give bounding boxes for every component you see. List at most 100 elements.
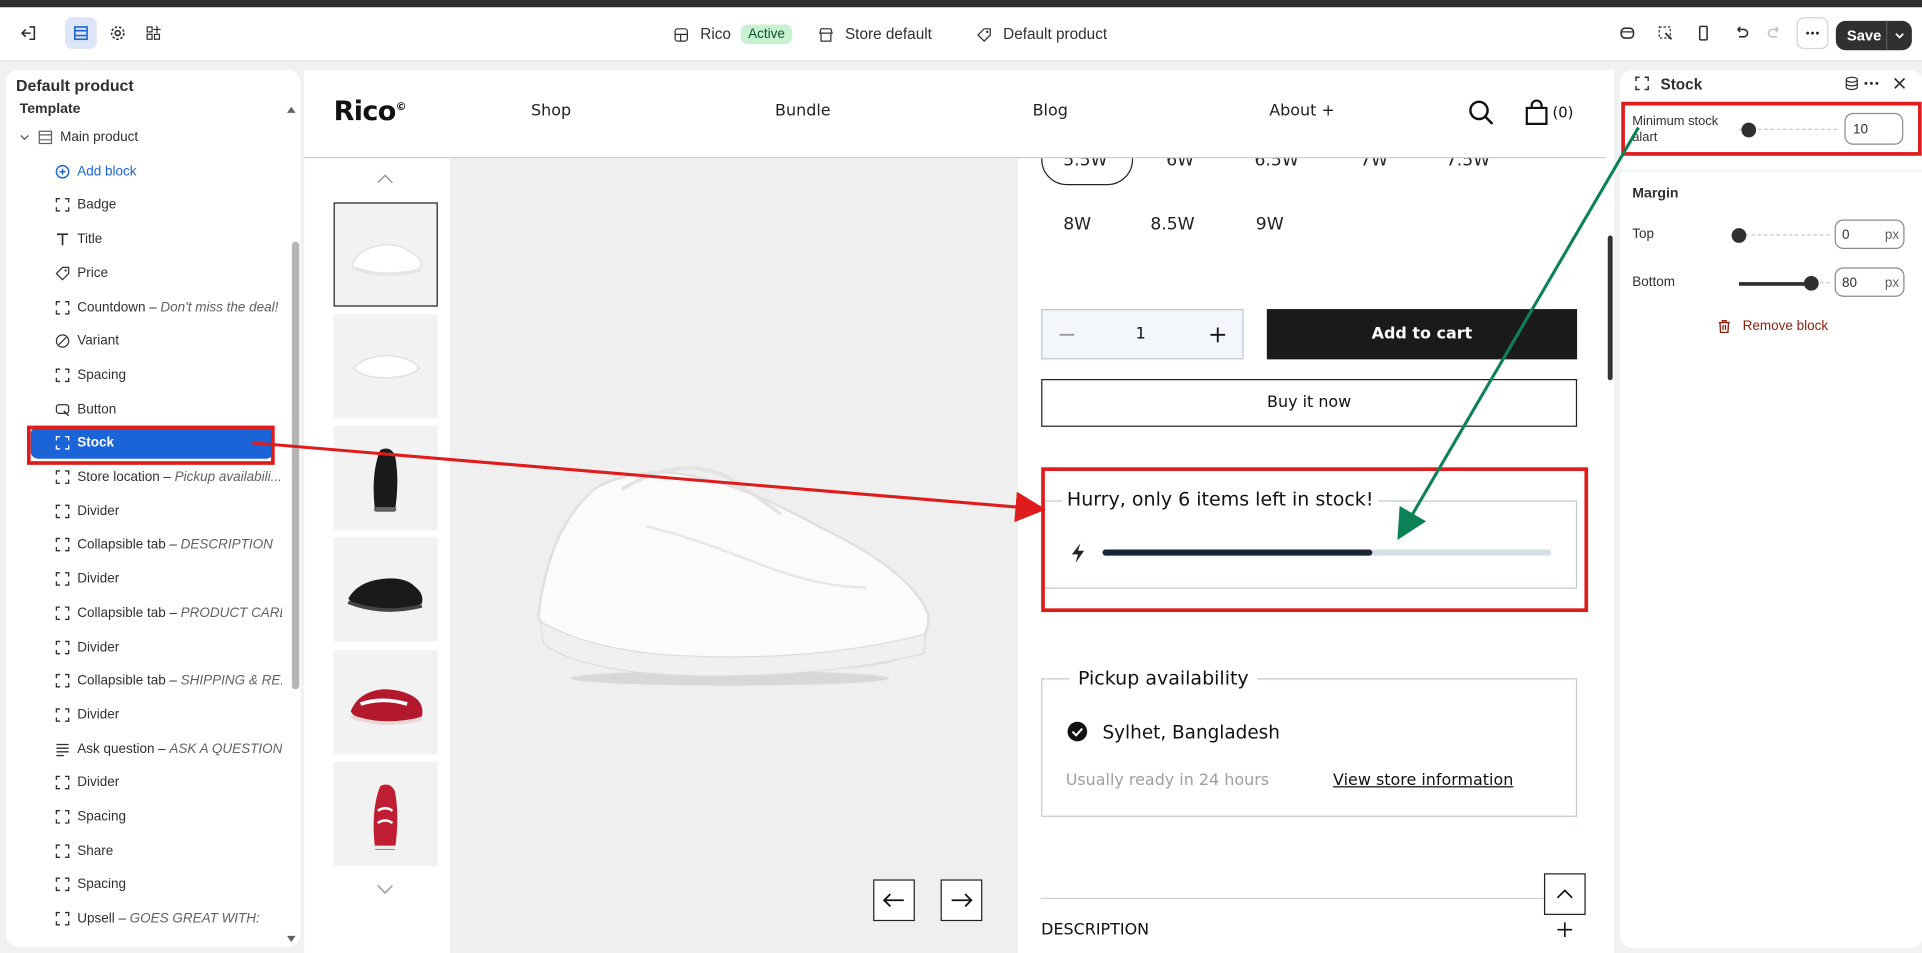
highlight-stock-block [1041, 467, 1589, 613]
size-option[interactable]: 8W [1063, 215, 1091, 235]
block-item[interactable]: Countdown – Don't miss the deal! [33, 291, 282, 323]
undo-icon[interactable] [1725, 17, 1757, 49]
inspector-icon[interactable] [1611, 17, 1643, 49]
block-item[interactable]: Price [33, 257, 282, 289]
block-item[interactable]: Button [33, 393, 282, 425]
minus-icon[interactable] [1058, 327, 1075, 342]
plus-icon[interactable] [1556, 921, 1573, 938]
block-item[interactable]: Collapsible tab – SHIPPING & RE... [33, 665, 282, 697]
store-selector[interactable]: Store default [818, 7, 932, 61]
thumbnail[interactable] [333, 650, 438, 755]
block-label: Share [77, 843, 114, 859]
block-item[interactable]: Divider [33, 631, 282, 663]
remove-block-button[interactable]: Remove block [1717, 319, 1828, 334]
thumbnail[interactable] [333, 537, 438, 642]
block-item[interactable]: Ask question – ASK A QUESTION [33, 733, 282, 765]
next-image-button[interactable] [940, 879, 983, 922]
top-margin-slider[interactable] [1731, 228, 1830, 243]
slider-knob[interactable] [1804, 275, 1819, 291]
view-store-link[interactable]: View store information [1333, 771, 1513, 789]
size-option[interactable]: 9W [1256, 215, 1284, 235]
chevron-down-icon[interactable] [1893, 29, 1905, 41]
theme-selector[interactable]: Rico Active [673, 7, 793, 61]
block-sublabel: GOES GREAT WITH: [129, 911, 260, 927]
mobile-preview-icon[interactable] [1687, 17, 1719, 49]
prev-image-button[interactable] [873, 879, 915, 922]
price-tag-icon [55, 266, 70, 281]
nav-blog[interactable]: Blog [1033, 102, 1068, 120]
block-item[interactable]: Share [33, 835, 282, 867]
scroll-up-icon[interactable] [286, 104, 297, 114]
block-item[interactable]: Variant [33, 325, 282, 357]
redo-icon[interactable] [1759, 17, 1791, 49]
block-label: Countdown [77, 299, 146, 315]
bottom-label: Bottom [1632, 274, 1676, 290]
scroll-down-icon[interactable] [286, 935, 297, 945]
select-element-icon[interactable] [1649, 17, 1681, 49]
add-block-button[interactable]: Add block [33, 155, 282, 187]
slider-knob[interactable] [1731, 228, 1747, 243]
scrollbar[interactable] [291, 241, 300, 690]
lines-icon [55, 742, 70, 757]
thumb-down-icon[interactable] [375, 883, 395, 895]
buy-now-button[interactable]: Buy it now [1041, 378, 1578, 427]
more-options-icon[interactable] [1863, 76, 1880, 91]
block-item[interactable]: Collapsible tab – PRODUCT CARE [33, 597, 282, 629]
preview-scrollbar[interactable] [1607, 235, 1613, 381]
top-margin-input[interactable]: 0 px [1834, 219, 1905, 249]
bottom-margin-slider[interactable] [1738, 275, 1830, 291]
gear-icon[interactable] [102, 17, 134, 49]
plus-icon[interactable] [1209, 326, 1226, 343]
back-to-top-button[interactable] [1543, 873, 1586, 915]
block-item[interactable]: Title [33, 223, 282, 255]
block-item[interactable]: Divider [33, 699, 282, 731]
block-icon [55, 606, 70, 621]
cart-count[interactable]: (0) [1553, 104, 1574, 121]
block-item[interactable]: Spacing [33, 801, 282, 833]
separator: – [158, 741, 166, 757]
save-button[interactable]: Save [1835, 20, 1912, 51]
block-icon [55, 911, 70, 926]
block-item[interactable]: Badge [33, 189, 282, 221]
chevron-down-icon[interactable] [18, 131, 30, 143]
sections-icon[interactable] [64, 17, 97, 50]
block-item[interactable]: Divider [33, 495, 282, 527]
highlight-stock-item [26, 425, 275, 465]
block-item[interactable]: Divider [33, 563, 282, 595]
store-logo[interactable]: Rico© [334, 97, 407, 128]
separator: – [169, 673, 177, 689]
nav-shop[interactable]: Shop [531, 102, 571, 120]
more-options-icon[interactable] [1796, 17, 1829, 50]
size-option[interactable]: 8.5W [1150, 215, 1194, 235]
close-icon[interactable] [1892, 76, 1907, 91]
section-main-product[interactable]: Main product [18, 121, 282, 153]
search-icon[interactable] [1468, 99, 1495, 126]
trash-icon [1718, 320, 1730, 334]
template-selector[interactable]: Default product [976, 7, 1107, 61]
exit-icon[interactable] [12, 17, 44, 49]
database-icon[interactable] [1844, 76, 1859, 91]
nav-about[interactable]: About + [1269, 102, 1335, 120]
thumb-up-icon[interactable] [375, 173, 395, 185]
block-item[interactable]: Spacing [33, 359, 282, 391]
block-sublabel: PRODUCT CARE [180, 605, 283, 621]
thumbnail[interactable] [333, 313, 438, 419]
thumbnail[interactable] [333, 761, 438, 866]
quantity-value[interactable]: 1 [1136, 325, 1146, 343]
nav-bundle[interactable]: Bundle [775, 102, 831, 120]
block-item[interactable]: Store location – Pickup availabili... [33, 461, 282, 493]
block-item[interactable]: Spacing [33, 869, 282, 901]
apps-icon[interactable] [137, 17, 169, 49]
block-item[interactable]: Collapsible tab – DESCRIPTION [33, 529, 282, 561]
add-to-cart-button[interactable]: Add to cart [1266, 309, 1578, 360]
block-sublabel: Pickup availabili... [174, 469, 282, 485]
block-item[interactable]: Divider [33, 767, 282, 799]
thumbnail[interactable] [333, 202, 438, 307]
margin-heading: Margin [1632, 186, 1679, 202]
cart-icon[interactable] [1524, 99, 1549, 126]
description-tab[interactable]: DESCRIPTION [1041, 921, 1149, 939]
thumbnail[interactable] [333, 425, 438, 530]
block-sublabel: Don't miss the deal! [160, 299, 279, 315]
bottom-margin-input[interactable]: 80 px [1834, 267, 1905, 297]
block-item[interactable]: Upsell – GOES GREAT WITH: [33, 903, 282, 935]
